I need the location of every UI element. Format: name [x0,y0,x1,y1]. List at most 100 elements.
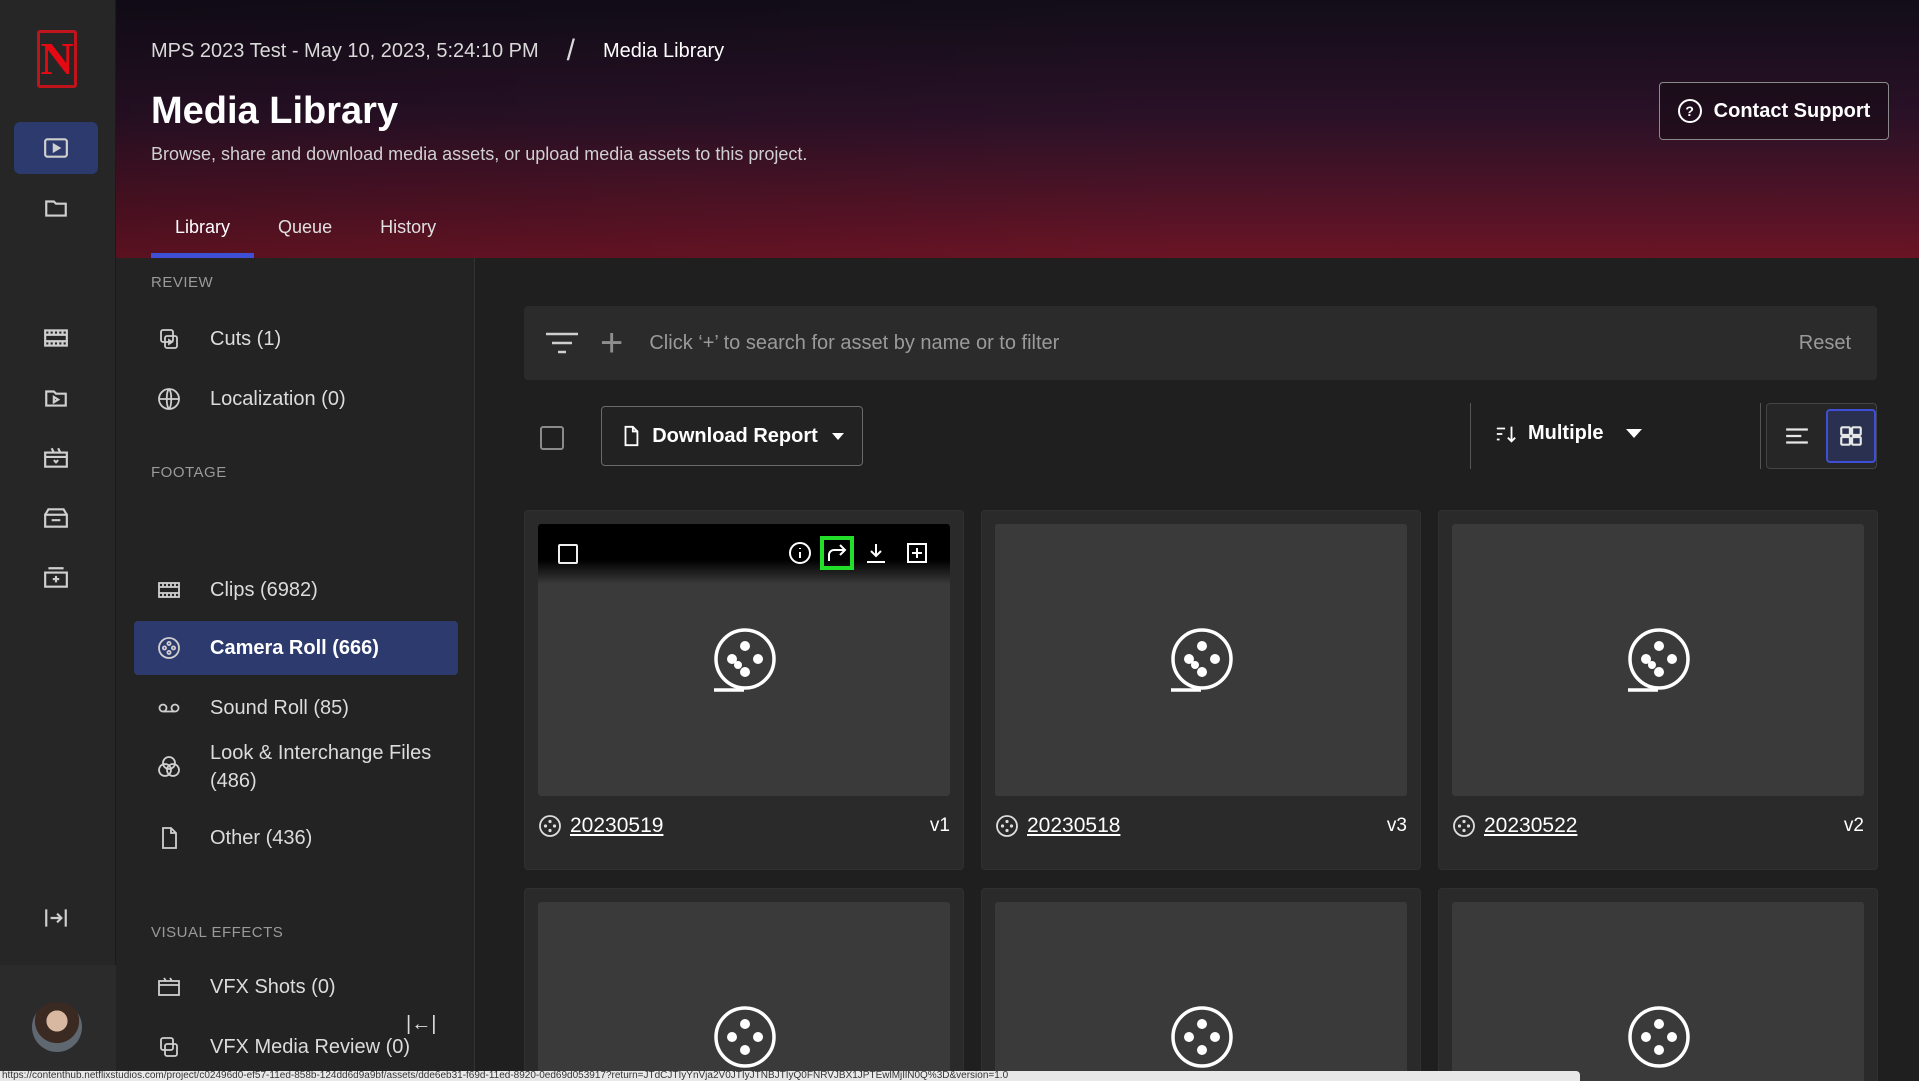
film-strip-icon [158,582,180,598]
collapse-sidebar-button[interactable]: |←| [406,1013,436,1036]
camera-roll-icon [158,637,180,659]
sidebar-item-vfx-shots[interactable]: VFX Shots (0) [134,960,458,1014]
app-rail: N [0,0,116,1081]
sidebar-item-clips[interactable]: Clips (6982) [134,563,458,617]
asset-thumbnail[interactable] [995,902,1407,1081]
rail-review-button[interactable] [14,492,98,544]
select-all-checkbox[interactable] [540,426,564,450]
grid-view-button[interactable] [1826,409,1876,463]
asset-card[interactable] [981,888,1421,1081]
info-button[interactable] [783,536,817,570]
camera-roll-icon [714,1006,776,1068]
add-filter-button[interactable]: + [600,321,623,366]
asset-version: v2 [1843,815,1864,836]
sidebar-item-label: Localization (0) [210,387,346,410]
asset-name-link[interactable]: 20230522 [1484,814,1577,838]
share-arrow-icon [828,544,847,561]
rail-deliveries-button[interactable] [14,552,98,604]
asset-thumbnail[interactable] [538,902,950,1081]
asset-thumbnail[interactable] [995,524,1407,796]
asset-name-link[interactable]: 20230519 [570,814,663,838]
asset-name-link[interactable]: 20230518 [1027,814,1120,838]
download-report-label: Download Report [652,424,818,447]
sort-label: Multiple [1528,422,1604,444]
page-subtitle: Browse, share and download media assets,… [151,144,808,164]
library-main: + Reset Download Report Multiple [476,258,1919,1081]
section-visual-effects: VISUAL EFFECTS [151,924,284,941]
info-icon [789,542,811,564]
rail-vfx-button[interactable] [14,432,98,484]
tab-library[interactable]: Library [151,214,255,258]
asset-version: v1 [929,815,950,836]
asset-meta: 20230519 v1 [538,811,950,841]
play-folder-icon [45,390,67,407]
tape-icon [158,703,180,713]
tab-queue[interactable]: Queue [254,214,356,258]
contact-support-button[interactable]: ? Contact Support [1659,82,1889,140]
file-icon [162,827,177,849]
camera-roll-icon [1171,628,1233,692]
filter-icon[interactable] [544,331,580,355]
rail-media-library-button[interactable] [14,122,98,174]
rail-dailies-button[interactable] [14,372,98,424]
sidebar-item-look-interchange[interactable]: Look & Interchange Files (486) [134,732,458,802]
sidebar-item-label: Look & Interchange Files (486) [210,742,432,792]
asset-card[interactable]: 20230522 v2 [1438,510,1878,870]
rail-expand-button[interactable] [14,892,98,944]
reset-button[interactable]: Reset [1799,332,1851,355]
color-circles-icon [158,756,180,777]
link-status-bar: https://contenthub.netflixstudios.com/pr… [0,1071,1580,1081]
rail-clips-button[interactable] [14,312,98,364]
user-avatar[interactable] [32,1002,82,1052]
view-toggle [1766,403,1877,469]
sidebar-item-other[interactable]: Other (436) [134,811,458,865]
cuts-icon [160,329,178,349]
share-button[interactable] [820,536,854,570]
page-header: MPS 2023 Test - May 10, 2023, 5:24:10 PM… [116,0,1919,258]
breadcrumb: MPS 2023 Test - May 10, 2023, 5:24:10 PM… [151,34,724,68]
netflix-logo[interactable]: N [37,30,77,88]
asset-card[interactable] [524,888,964,1081]
sort-icon [1496,426,1516,443]
sidebar-item-label: VFX Media Review (0) [210,1035,411,1058]
breadcrumb-project[interactable]: MPS 2023 Test - May 10, 2023, 5:24:10 PM [151,40,539,63]
sidebar-item-label: VFX Shots (0) [210,975,336,998]
add-box-icon [907,543,927,563]
sidebar-item-sound-roll[interactable]: Sound Roll (85) [134,681,458,735]
play-square-icon [44,138,68,158]
list-view-button[interactable] [1772,409,1821,463]
asset-card[interactable]: 20230519 v1 [524,510,964,870]
clapper-icon [44,508,68,528]
vfx-icon [44,447,68,468]
rail-folder-button[interactable] [14,182,98,234]
asset-thumbnail[interactable] [1452,524,1864,796]
globe-icon [158,388,180,410]
asset-thumbnail[interactable] [538,524,950,796]
download-button[interactable] [859,536,893,570]
card-select-checkbox[interactable] [558,544,578,564]
tab-history[interactable]: History [356,214,460,258]
card-action-bar [538,524,950,584]
sidebar-item-label: Sound Roll (85) [210,696,349,719]
section-review: REVIEW [151,274,214,291]
sidebar-item-cuts[interactable]: Cuts (1) [134,312,458,366]
asset-card[interactable] [1438,888,1878,1081]
asset-card[interactable]: 20230518 v3 [981,510,1421,870]
add-to-button[interactable] [900,536,934,570]
camera-roll-icon [1628,1006,1690,1068]
sidebar-item-localization[interactable]: Localization (0) [134,372,458,426]
document-icon [624,425,639,447]
expand-icon [45,909,67,927]
folder-icon [45,200,67,217]
sort-dropdown[interactable]: Multiple [1494,422,1642,445]
vfx-shots-icon [158,977,180,996]
download-icon [867,544,885,563]
caret-down-icon [831,432,844,440]
page-title: Media Library [151,90,399,132]
divider [1760,403,1761,469]
search-input[interactable] [649,331,1799,355]
asset-thumbnail[interactable] [1452,902,1864,1081]
download-report-button[interactable]: Download Report [601,406,863,466]
list-view-icon [1785,428,1808,444]
sidebar-item-camera-roll[interactable]: Camera Roll (666) [134,621,458,675]
